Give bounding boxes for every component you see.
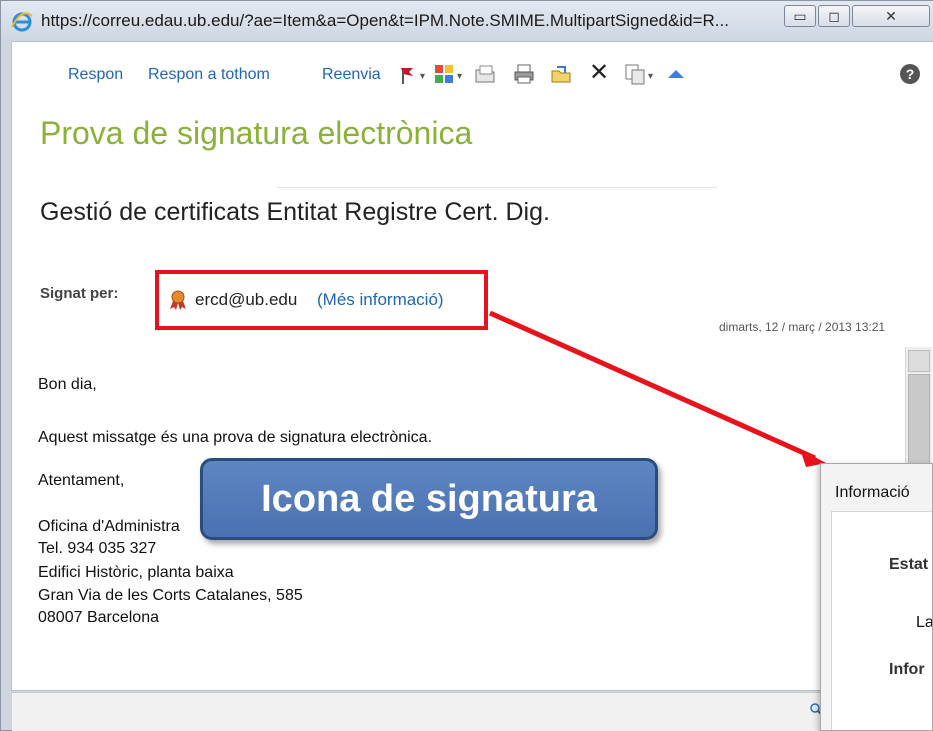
open-folder-icon[interactable] xyxy=(473,62,497,86)
title-bar: https://correu.edau.ub.edu/?ae=Item&a=Op… xyxy=(1,1,933,41)
chevron-down-icon[interactable]: ▾ xyxy=(648,71,653,82)
more-info-link[interactable]: (Més informació) xyxy=(317,290,444,310)
reply-button[interactable]: Respon xyxy=(68,66,123,84)
flag-icon[interactable] xyxy=(395,62,419,86)
body-line: Gran Via de les Corts Catalanes, 585 xyxy=(38,587,303,604)
forward-button[interactable]: Reenvia xyxy=(322,66,381,84)
print-icon[interactable] xyxy=(512,62,536,86)
body-line: Atentament, xyxy=(38,472,125,489)
body-line: Tel. 934 035 327 xyxy=(38,540,157,557)
body-line: Bon dia, xyxy=(38,376,97,393)
message-subject: Prova de signatura electrònica xyxy=(40,115,473,151)
body-line: Oficina d'Administra xyxy=(38,518,180,535)
reply-all-button[interactable]: Respon a tothom xyxy=(148,66,270,84)
chevron-down-icon[interactable]: ▾ xyxy=(420,71,425,82)
message-reading-pane: Respon Respon a tothom Reenvia ▾ ▾ ✕ ▾ ?… xyxy=(11,41,933,731)
body-line: Edifici Històric, planta baixa xyxy=(38,564,234,581)
svg-text:?: ? xyxy=(906,66,915,82)
certificate-icon[interactable] xyxy=(168,289,188,311)
browser-window: https://correu.edau.ub.edu/?ae=Item&a=Op… xyxy=(0,0,933,731)
body-line: Aquest missatge és una prova de signatur… xyxy=(38,429,433,446)
callout-label: Icona de signatura xyxy=(261,478,597,520)
maximize-button[interactable]: ◻ xyxy=(818,5,850,27)
maximize-icon: ◻ xyxy=(828,8,840,24)
ie-icon xyxy=(11,12,33,32)
status-bar xyxy=(12,692,933,731)
dialog-status-heading: Estat xyxy=(889,556,929,573)
up-icon[interactable] xyxy=(664,62,688,86)
dialog-info-heading: Infor xyxy=(889,661,925,678)
categories-icon[interactable] xyxy=(432,62,456,86)
minimize-button[interactable]: ▭ xyxy=(784,5,816,27)
message-toolbar: Respon Respon a tothom Reenvia ▾ ▾ ✕ ▾ ? xyxy=(12,42,933,100)
chevron-down-icon[interactable]: ▾ xyxy=(457,71,462,82)
divider xyxy=(277,187,717,188)
signed-by-label: Signat per: xyxy=(40,285,119,302)
dialog-status-text: La xyxy=(916,614,933,631)
body-line: 08007 Barcelona xyxy=(38,609,159,626)
message-sender: Gestió de certificats Entitat Registre C… xyxy=(40,198,550,226)
address-url: https://correu.edau.ub.edu/?ae=Item&a=Op… xyxy=(41,11,729,30)
scroll-up-button[interactable] xyxy=(908,350,930,372)
close-icon: ✕ xyxy=(885,8,897,24)
minimize-icon: ▭ xyxy=(793,8,807,24)
copy-icon[interactable] xyxy=(623,62,647,86)
dialog-title: Informació xyxy=(835,484,910,501)
signature-callout: Icona de signatura xyxy=(200,458,658,540)
message-date: dimarts, 12 / març / 2013 13:21 xyxy=(719,320,886,334)
move-icon[interactable] xyxy=(549,62,573,86)
close-button[interactable]: ✕ xyxy=(852,5,930,27)
delete-icon[interactable]: ✕ xyxy=(589,58,613,86)
help-icon[interactable]: ? xyxy=(898,62,922,86)
signer-email: ercd@ub.edu xyxy=(195,290,298,309)
signature-info-dialog: Informació Estat La Infor xyxy=(820,463,933,731)
